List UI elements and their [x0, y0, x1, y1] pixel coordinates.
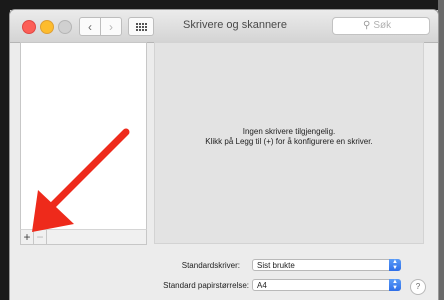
default-paper-popup[interactable]: A4 ▲ ▼ [252, 279, 401, 291]
printer-detail-pane: Ingen skrivere tilgjengelig. Klikk på Le… [154, 42, 424, 244]
red-arrow-icon [32, 128, 130, 232]
back-button[interactable]: ‹ [79, 17, 101, 36]
grid-icon [135, 22, 147, 31]
search-field[interactable]: ⚲ Søk [332, 17, 430, 35]
desktop-background-top [0, 0, 444, 10]
forward-button[interactable]: › [100, 17, 122, 36]
default-printer-popup[interactable]: Sist brukte ▲ ▼ [252, 259, 401, 271]
popup-arrows-icon: ▲ ▼ [389, 279, 401, 291]
help-button[interactable]: ? [410, 279, 426, 295]
default-paper-label: Standard papirstørrelse: [163, 280, 249, 290]
default-printer-row: Standardskriver: [150, 258, 240, 272]
default-paper-value: A4 [257, 281, 267, 290]
close-button[interactable] [22, 20, 36, 34]
default-printer-label: Standardskriver: [181, 260, 240, 270]
window-title: Skrivere og skannere [183, 19, 287, 31]
titlebar: ‹ › Skrivere og skannere ⚲ Søk [10, 10, 438, 43]
chevron-left-icon: ‹ [88, 19, 92, 34]
default-paper-row: Standard papirstørrelse: [145, 278, 249, 292]
magnifier-icon: ⚲ [363, 20, 371, 31]
empty-message-line1: Ingen skrivere tilgjengelig. [242, 127, 336, 136]
chevron-right-icon: › [109, 19, 113, 34]
minimize-button[interactable] [40, 20, 54, 34]
popup-arrows-icon: ▲ ▼ [389, 259, 401, 271]
empty-message: Ingen skrivere tilgjengelig. Klikk på Le… [155, 127, 423, 147]
search-placeholder: Søk [373, 20, 392, 31]
show-all-button[interactable] [128, 17, 154, 36]
desktop-background-right [438, 0, 444, 300]
zoom-button[interactable] [58, 20, 72, 34]
desktop-background-left [0, 0, 10, 300]
default-printer-value: Sist brukte [257, 261, 295, 270]
empty-message-line2: Klikk på Legg til (+) for å konfigurere … [205, 137, 373, 146]
